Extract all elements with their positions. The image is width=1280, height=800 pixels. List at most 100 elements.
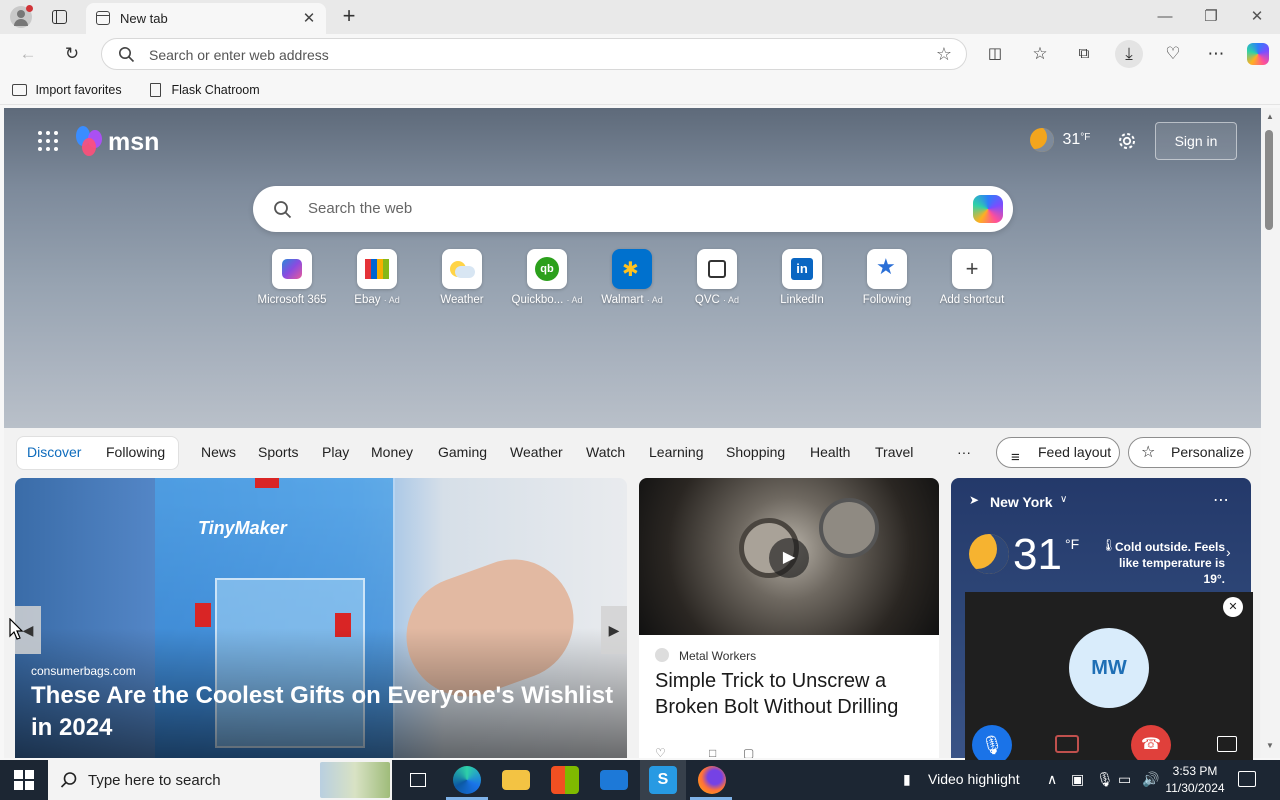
weather-unit: °F — [1065, 536, 1080, 552]
call-overlay: ✕ MW 🎙 ☎ — [965, 592, 1253, 765]
nav-health[interactable]: Health — [810, 444, 850, 460]
volume-icon[interactable]: 🔊 — [1142, 771, 1159, 788]
restore-button[interactable]: ❐ — [1188, 4, 1234, 30]
shortcut-ebay[interactable]: Ebay · Ad — [332, 249, 422, 306]
store-icon[interactable] — [551, 766, 579, 794]
scrollbar-thumb[interactable] — [1265, 130, 1273, 230]
meet-now-icon[interactable]: ▣ — [1071, 771, 1084, 788]
sign-in-button[interactable]: Sign in — [1155, 122, 1237, 160]
video-news-card[interactable]: ▶ Metal Workers Simple Trick to Unscrew … — [639, 478, 939, 758]
weather-widget[interactable]: 31°F — [1030, 128, 1090, 152]
shortcut-walmart[interactable]: ✱ Walmart · Ad — [587, 249, 677, 306]
collections-icon[interactable]: ⧉ — [1070, 40, 1098, 68]
clock-date: 11/30/2024 — [1165, 781, 1225, 795]
comment-icon[interactable]: □ — [709, 746, 716, 758]
import-favorites-bookmark[interactable]: Import favorites — [12, 81, 122, 99]
file-explorer-icon[interactable] — [502, 770, 530, 790]
flask-chatroom-bookmark[interactable]: Flask Chatroom — [150, 81, 260, 99]
favorites-icon[interactable]: ☆ — [1026, 40, 1054, 68]
start-button[interactable] — [14, 770, 34, 790]
close-tab-icon[interactable]: ✕ — [300, 9, 318, 27]
nav-news[interactable]: News — [201, 444, 236, 460]
video-highlight-label[interactable]: Video highlight — [928, 771, 1020, 787]
more-options-icon[interactable]: ⋯ — [1213, 490, 1229, 510]
shortcut-microsoft-365[interactable]: Microsoft 365 — [247, 249, 337, 306]
personalize-label: Personalize — [1171, 444, 1245, 460]
apps-launcher-icon[interactable] — [38, 131, 58, 151]
article-title[interactable]: These Are the Coolest Gifts on Everyone'… — [31, 680, 621, 744]
nav-money[interactable]: Money — [371, 444, 413, 460]
shortcut-label: Walmart — [601, 294, 644, 306]
split-screen-icon[interactable]: ◫ — [981, 40, 1009, 68]
settings-gear-icon[interactable] — [1116, 130, 1138, 152]
show-hidden-icons-chevron[interactable]: ∧ — [1047, 771, 1057, 788]
chevron-right-icon[interactable]: › — [1226, 544, 1231, 560]
shortcut-quickbooks[interactable]: qb Quickbo... · Ad — [502, 249, 592, 306]
back-button[interactable]: ← — [14, 40, 42, 68]
nav-sports[interactable]: Sports — [258, 444, 298, 460]
new-tab-button[interactable]: + — [338, 4, 360, 28]
nav-shopping[interactable]: Shopping — [726, 444, 785, 460]
more-nav-button[interactable]: ··· — [957, 444, 971, 460]
shortcut-label: Following — [862, 294, 912, 306]
minimize-button[interactable]: — — [1142, 4, 1188, 30]
tab-discover[interactable]: Discover — [27, 444, 81, 460]
nav-learning[interactable]: Learning — [649, 444, 704, 460]
shortcut-qvc[interactable]: QVC · Ad — [672, 249, 762, 306]
personalize-button[interactable]: ☆ Personalize — [1128, 437, 1251, 468]
nav-play[interactable]: Play — [322, 444, 349, 460]
shortcut-linkedin[interactable]: in LinkedIn — [757, 249, 847, 306]
browser-essentials-icon[interactable]: ♡ — [1159, 40, 1187, 68]
feed-layout-button[interactable]: ≡ Feed layout — [996, 437, 1120, 468]
hero-news-card[interactable]: TinyMaker ◀ ▶ consumerbags.com These Are… — [15, 478, 627, 758]
tab-new-tab[interactable]: New tab ✕ — [86, 3, 326, 34]
favorite-star-icon[interactable]: ☆ — [936, 44, 952, 65]
profile-icon[interactable] — [10, 5, 33, 28]
add-icon: + — [952, 249, 992, 289]
sliders-icon: ≡ — [1011, 449, 1020, 466]
nav-weather[interactable]: Weather — [510, 444, 563, 460]
ad-label: · Ad — [383, 295, 400, 305]
close-call-overlay-button[interactable]: ✕ — [1223, 597, 1243, 617]
clock[interactable]: 3:53 PM 11/30/2024 — [1164, 763, 1226, 797]
chevron-down-icon[interactable]: ∨ — [1060, 494, 1067, 505]
firefox-icon[interactable] — [698, 766, 726, 794]
address-bar[interactable]: Search or enter web address ☆ — [101, 38, 967, 70]
edge-icon[interactable] — [453, 766, 481, 794]
nav-watch[interactable]: Watch — [586, 444, 625, 460]
microphone-icon[interactable]: 🎙 — [1096, 771, 1114, 788]
refresh-button[interactable]: ↻ — [58, 40, 86, 68]
like-icon[interactable]: ♡ — [655, 746, 666, 758]
mail-icon[interactable] — [600, 770, 628, 790]
nba-icon: ▮ — [903, 771, 911, 787]
share-icon[interactable]: ▢ — [743, 746, 754, 758]
nav-travel[interactable]: Travel — [875, 444, 913, 460]
network-icon[interactable]: ▭ — [1118, 771, 1131, 788]
shortcut-weather[interactable]: Weather — [417, 249, 507, 306]
taskbar-search-box[interactable]: Type here to search — [48, 760, 392, 800]
weather-location[interactable]: New York — [990, 494, 1053, 510]
web-search-box[interactable]: Search the web — [253, 186, 1013, 232]
close-window-button[interactable]: ✕ — [1234, 4, 1280, 30]
end-call-button[interactable]: ☎ — [1131, 725, 1171, 765]
camera-off-icon[interactable] — [1055, 735, 1079, 753]
tab-actions-icon[interactable] — [52, 10, 67, 24]
nav-gaming[interactable]: Gaming — [438, 444, 487, 460]
shortcut-add[interactable]: + Add shortcut — [927, 249, 1017, 306]
mic-button[interactable]: 🎙 — [972, 725, 1012, 765]
play-button[interactable]: ▶ — [769, 538, 809, 578]
task-view-icon[interactable] — [404, 766, 432, 794]
copilot-icon[interactable] — [1247, 43, 1269, 65]
shortcut-label: QVC — [694, 294, 720, 306]
weather-temp: 31 — [1013, 530, 1062, 579]
notification-center-icon[interactable] — [1238, 771, 1256, 787]
more-menu-icon[interactable]: ⋯ — [1202, 40, 1230, 68]
article-source: consumerbags.com — [31, 664, 136, 678]
carousel-next-button[interactable]: ▶ — [601, 606, 627, 654]
tab-following[interactable]: Following — [106, 444, 165, 460]
shortcut-following[interactable]: ★ Following — [842, 249, 932, 306]
article-title[interactable]: Simple Trick to Unscrew a Broken Bolt Wi… — [655, 668, 925, 720]
share-screen-icon[interactable] — [1217, 736, 1237, 752]
downloads-icon[interactable]: ⤓ — [1115, 40, 1143, 68]
copilot-icon[interactable] — [973, 195, 1003, 223]
